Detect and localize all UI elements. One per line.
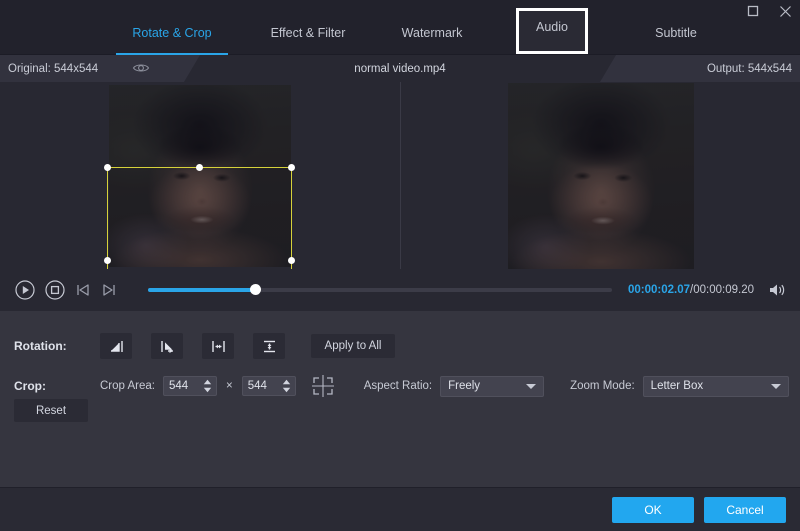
crop-area-label: Crop Area: <box>100 380 155 392</box>
tab-label: Rotate & Crop <box>132 26 211 40</box>
crop-height-stepper[interactable] <box>242 376 296 396</box>
output-video-dim-overlay <box>508 83 694 269</box>
playback-bar: 00:00:02.07/00:00:09.20 <box>0 269 800 311</box>
crop-handle-top-right[interactable] <box>288 164 295 171</box>
zoom-mode-select[interactable]: Letter Box <box>643 376 789 397</box>
current-time: 00:00:02.07 <box>628 284 690 296</box>
chevron-down-icon <box>526 384 536 389</box>
edit-controls-panel: Rotation: <box>0 311 800 511</box>
crop-height-input[interactable] <box>243 377 277 395</box>
rotate-right-icon[interactable] <box>151 333 183 359</box>
video-editor-window: Rotate & Crop Effect & Filter Watermark … <box>0 0 800 531</box>
tab-audio[interactable]: Audio <box>516 8 588 54</box>
zoom-mode-value: Letter Box <box>644 380 703 392</box>
tab-label: Subtitle <box>655 26 697 40</box>
crop-label: Crop: <box>0 379 100 393</box>
source-video-frame <box>109 85 291 267</box>
crop-row: Crop: Crop Area: × <box>0 369 800 403</box>
aspect-ratio-value: Freely <box>441 380 480 392</box>
previous-frame-icon[interactable] <box>72 277 94 303</box>
output-size-label: Output: 544x544 <box>707 63 792 75</box>
output-size-tag: Output: 544x544 <box>600 55 800 82</box>
crop-handle-top-center[interactable] <box>196 164 203 171</box>
timecode: 00:00:02.07/00:00:09.20 <box>628 284 754 296</box>
rotation-label: Rotation: <box>0 339 100 353</box>
tab-label: Audio <box>536 20 568 34</box>
flip-horizontal-icon[interactable] <box>202 333 234 359</box>
tab-rotate-and-crop[interactable]: Rotate & Crop <box>108 14 236 55</box>
ok-button[interactable]: OK <box>612 497 694 523</box>
crop-width-arrows <box>203 379 212 393</box>
total-time: 00:00:09.20 <box>693 284 754 296</box>
tab-watermark[interactable]: Watermark <box>372 14 492 55</box>
play-icon[interactable] <box>12 277 38 303</box>
tab-subtitle[interactable]: Subtitle <box>622 14 730 55</box>
title-bar: Rotate & Crop Effect & Filter Watermark … <box>0 0 800 55</box>
crop-height-decrement[interactable] <box>282 387 291 393</box>
crop-width-decrement[interactable] <box>203 387 212 393</box>
crop-handle-middle-left[interactable] <box>104 257 111 264</box>
zoom-mode-label: Zoom Mode: <box>570 380 635 392</box>
source-preview-pane[interactable] <box>0 82 400 269</box>
preview-info-strip: Original: 544x544 normal video.mp4 Outpu… <box>0 55 800 82</box>
flip-vertical-icon[interactable] <box>253 333 285 359</box>
seek-bar-handle[interactable] <box>250 284 261 295</box>
tab-effect-and-filter[interactable]: Effect & Filter <box>248 14 368 55</box>
crop-grid-icon[interactable] <box>308 373 338 399</box>
tab-bar: Rotate & Crop Effect & Filter Watermark … <box>0 14 800 55</box>
volume-icon[interactable] <box>766 279 788 301</box>
crop-width-stepper[interactable] <box>163 376 217 396</box>
aspect-ratio-label: Aspect Ratio: <box>364 380 432 392</box>
next-frame-icon[interactable] <box>98 277 120 303</box>
output-video-frame <box>508 83 694 269</box>
crop-handle-top-left[interactable] <box>104 164 111 171</box>
seek-bar-fill <box>148 288 255 292</box>
crop-dimension-separator: × <box>226 380 233 392</box>
source-video-dim-overlay <box>109 85 291 267</box>
stop-icon[interactable] <box>42 277 68 303</box>
crop-height-arrows <box>282 379 291 393</box>
reset-button[interactable]: Reset <box>14 399 88 422</box>
chevron-down-icon <box>771 384 781 389</box>
crop-width-input[interactable] <box>164 377 198 395</box>
tab-label: Effect & Filter <box>271 26 346 40</box>
crop-height-increment[interactable] <box>282 379 291 385</box>
rotation-row: Rotation: <box>0 329 800 363</box>
apply-to-all-button[interactable]: Apply to All <box>311 334 395 358</box>
cancel-button[interactable]: Cancel <box>704 497 786 523</box>
dialog-footer: OK Cancel <box>0 487 800 531</box>
seek-bar[interactable] <box>148 288 612 292</box>
output-preview-pane[interactable] <box>400 82 800 269</box>
crop-width-increment[interactable] <box>203 379 212 385</box>
crop-handle-middle-right[interactable] <box>288 257 295 264</box>
rotate-left-icon[interactable] <box>100 333 132 359</box>
preview-area <box>0 82 800 269</box>
tab-label: Watermark <box>402 26 463 40</box>
aspect-ratio-select[interactable]: Freely <box>440 376 544 397</box>
